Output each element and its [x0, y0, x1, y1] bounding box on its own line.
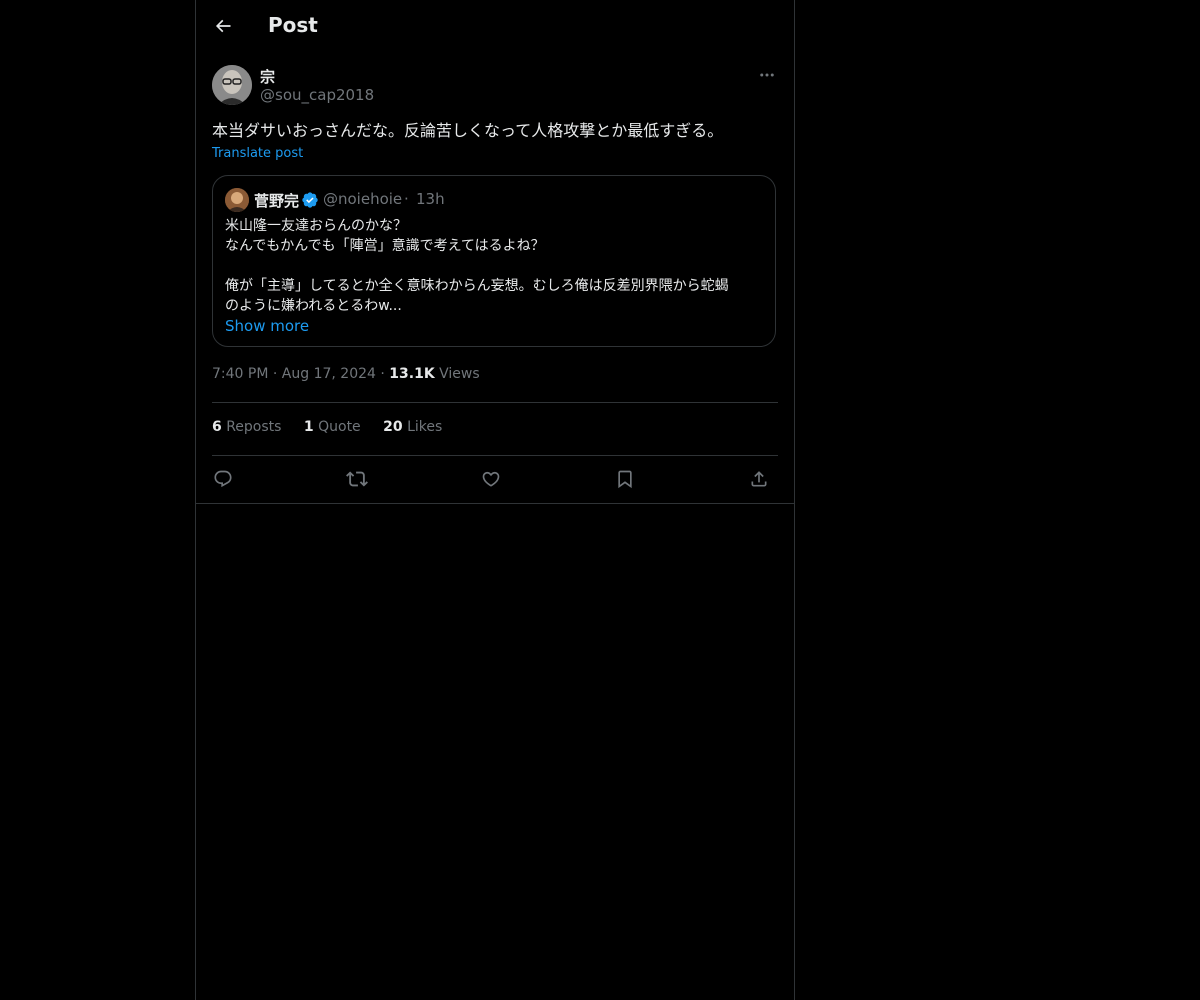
divider — [212, 402, 778, 403]
post-column: Post 宗 @sou_cap2018 本当ダサいおっさんだな。反論苦しくなって… — [195, 0, 795, 1000]
views-count: 13.1K — [389, 366, 435, 382]
meta-separator: · — [272, 366, 278, 382]
author-name[interactable]: 宗 — [260, 66, 275, 87]
quote-line — [225, 256, 767, 276]
reposts-stat[interactable]: 6 Reposts — [212, 419, 281, 435]
divider — [196, 503, 794, 504]
heart-icon — [481, 469, 501, 489]
quoted-post[interactable]: 菅野完 @noiehoie · 13h 米山隆一友達おらんのかな？ なんでもかん… — [212, 175, 776, 347]
post-date[interactable]: Aug 17, 2024 — [282, 366, 376, 382]
likes-label: Likes — [407, 419, 443, 435]
more-horizontal-icon — [758, 66, 776, 84]
quote-timestamp: 13h — [416, 190, 445, 208]
author-handle[interactable]: @sou_cap2018 — [260, 86, 374, 104]
views-label: Views — [439, 366, 480, 382]
more-button[interactable] — [756, 65, 778, 85]
engagement-stats: 6 Reposts 1 Quote 20 Likes — [212, 419, 460, 435]
post-text: 本当ダサいおっさんだな。反論苦しくなって人格攻撃とか最低すぎる。 — [212, 121, 724, 140]
action-bar — [212, 466, 778, 492]
avatar[interactable] — [212, 65, 252, 105]
quote-author-handle: @noiehoie — [323, 190, 403, 208]
post-author: 宗 @sou_cap2018 — [212, 65, 778, 109]
like-button[interactable] — [478, 466, 504, 492]
quote-line: 俺が「主導」してるとか全く意味わからん妄想。むしろ俺は反差別界隈から蛇蝎 — [225, 278, 729, 294]
back-button[interactable] — [210, 13, 236, 39]
quote-author-name: 菅野完 — [254, 192, 300, 210]
post-time[interactable]: 7:40 PM — [212, 366, 268, 382]
likes-count: 20 — [383, 419, 403, 435]
bookmark-icon — [615, 469, 635, 489]
page-title: Post — [268, 13, 318, 37]
reposts-label: Reposts — [226, 419, 282, 435]
post-meta: 7:40 PM · Aug 17, 2024 · 13.1K Views — [212, 366, 480, 382]
bookmark-button[interactable] — [612, 466, 638, 492]
quote-avatar — [225, 188, 249, 212]
quotes-label: Quote — [318, 419, 361, 435]
divider — [212, 455, 778, 456]
header: Post — [196, 0, 794, 54]
quote-separator: · — [404, 190, 409, 208]
quote-line: のように嫌われるとるわw... — [225, 298, 402, 314]
quote-line: なんでもかんでも「陣営」意識で考えてはるよね？ — [225, 238, 545, 254]
translate-post-link[interactable]: Translate post — [212, 146, 303, 161]
share-button[interactable] — [746, 466, 772, 492]
quotes-count: 1 — [303, 419, 314, 435]
repost-icon — [346, 468, 368, 490]
quote-line: 米山隆一友達おらんのかな？ — [225, 218, 407, 234]
reply-button[interactable] — [210, 466, 236, 492]
meta-separator: · — [380, 366, 385, 382]
quote-text: 米山隆一友達おらんのかな？ なんでもかんでも「陣営」意識で考えてはるよね？ 俺が… — [225, 216, 767, 316]
show-more-link[interactable]: Show more — [225, 317, 309, 335]
arrow-left-icon — [213, 16, 233, 36]
reply-icon — [213, 469, 233, 489]
share-icon — [749, 469, 769, 489]
reposts-count: 6 — [212, 419, 222, 435]
quotes-stat[interactable]: 1 Quote — [304, 419, 361, 435]
likes-stat[interactable]: 20 Likes — [383, 419, 442, 435]
verified-badge-icon — [301, 191, 319, 209]
repost-button[interactable] — [344, 466, 370, 492]
